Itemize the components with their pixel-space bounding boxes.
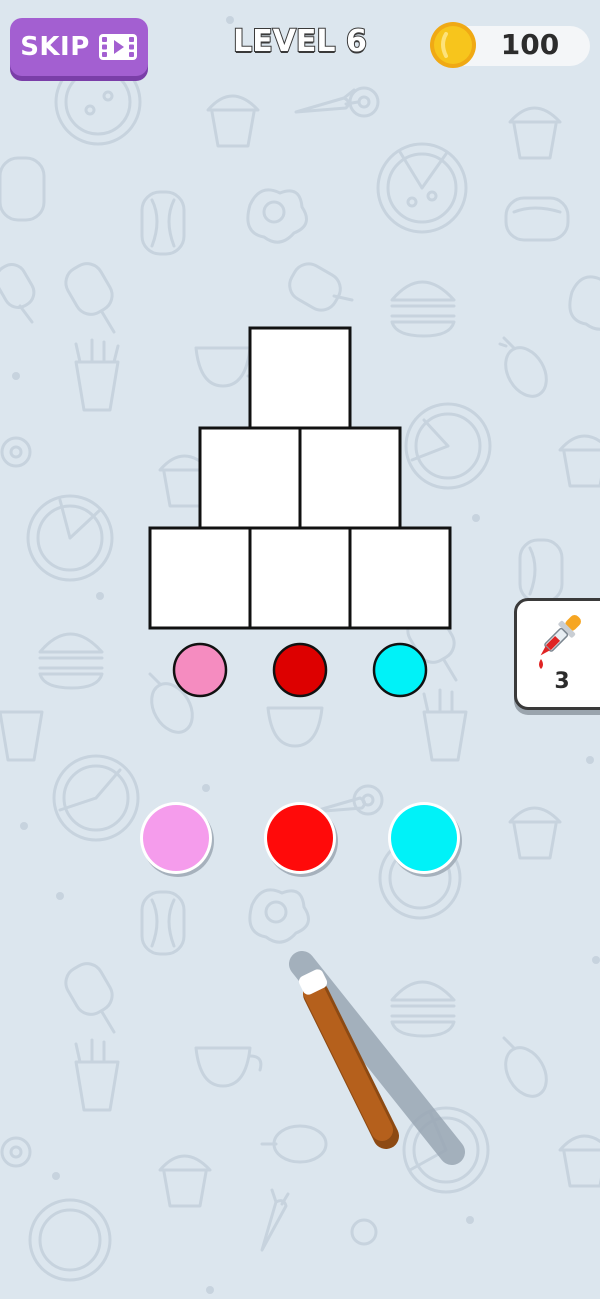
palette-swatch[interactable] <box>140 802 214 877</box>
pizza-doodle-icon <box>28 1198 112 1282</box>
level-title: LEVEL 6 <box>232 23 368 60</box>
teacup-doodle-icon <box>194 1046 263 1088</box>
coin-count: 100 <box>500 28 560 61</box>
puzzle-block[interactable] <box>148 526 252 630</box>
hotdog-doodle-icon <box>140 190 186 256</box>
flower-doodle-icon <box>0 1136 32 1168</box>
palette-swatch[interactable] <box>388 802 462 877</box>
drumstick-doodle-icon <box>498 336 548 398</box>
fries-doodle-icon <box>74 338 120 412</box>
teacup-doodle-icon <box>266 706 324 748</box>
popsicle-doodle-icon <box>0 263 36 324</box>
dropper-icon <box>539 615 581 669</box>
flower-doodle-icon <box>350 1218 378 1246</box>
drumstick-doodle-icon <box>502 1036 548 1098</box>
egg-doodle-icon <box>246 188 308 244</box>
color-hint-button[interactable]: 3 <box>514 598 600 710</box>
fries-doodle-icon <box>422 688 468 762</box>
cupcake-doodle-icon <box>558 1134 600 1188</box>
coin-icon <box>430 22 476 68</box>
pizza-doodle-icon <box>404 402 492 490</box>
hotdog-doodle-icon <box>518 538 564 604</box>
fries-doodle-icon <box>0 710 44 762</box>
puzzle-block[interactable] <box>298 426 402 530</box>
popsicle-doodle-icon <box>64 262 116 334</box>
burger-doodle-icon <box>38 632 104 690</box>
burger-doodle-icon <box>390 280 456 338</box>
hint-count: 3 <box>554 669 570 694</box>
skip-button[interactable]: SKIP <box>10 18 148 76</box>
skip-label: SKIP <box>20 32 90 62</box>
puzzle-block[interactable] <box>198 426 302 530</box>
palette-swatch[interactable] <box>264 802 338 877</box>
popsicle-doodle-icon <box>288 262 354 312</box>
popsicle-doodle-icon <box>64 962 116 1034</box>
fries-doodle-icon <box>74 1038 120 1112</box>
flower-doodle-icon <box>0 436 32 468</box>
video-ad-icon <box>98 34 137 60</box>
egg-doodle-icon <box>568 275 600 331</box>
carrot-doodle-icon <box>260 1188 290 1252</box>
target-color-dot <box>172 642 228 698</box>
target-color-dot <box>272 642 328 698</box>
hotdog-doodle-icon <box>504 196 570 242</box>
hotdog-doodle-icon <box>0 156 46 222</box>
cupcake-doodle-icon <box>558 434 600 488</box>
puzzle-block[interactable] <box>248 526 352 630</box>
pizza-doodle-icon <box>376 142 468 234</box>
puzzle-block[interactable] <box>348 526 452 630</box>
hotdog-doodle-icon <box>140 890 186 956</box>
target-color-dot <box>372 642 428 698</box>
color-palette <box>140 802 462 877</box>
pizza-doodle-icon <box>26 494 114 582</box>
cupcake-doodle-icon <box>508 106 562 160</box>
cupcake-doodle-icon <box>158 1154 212 1208</box>
cupcake-doodle-icon <box>206 94 260 148</box>
paint-brush[interactable] <box>280 950 480 1170</box>
puzzle-block[interactable] <box>248 326 352 430</box>
